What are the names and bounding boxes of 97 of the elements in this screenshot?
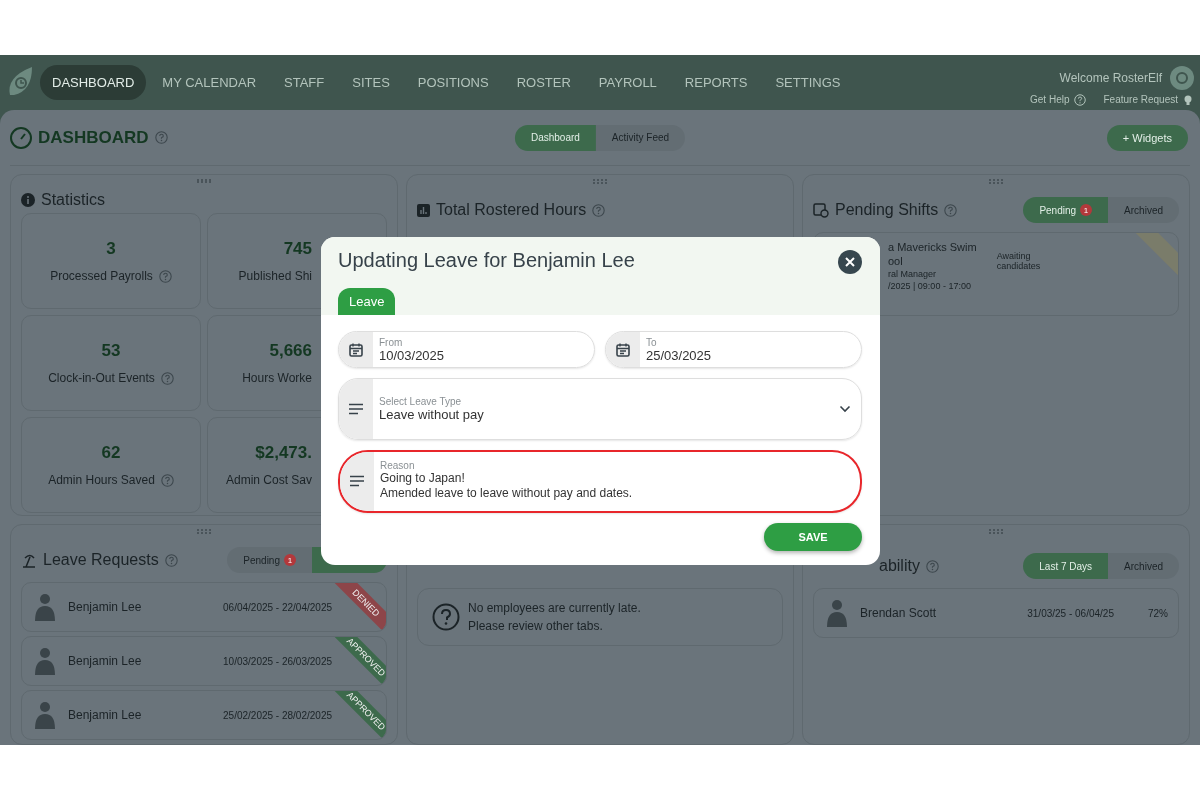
nav-item[interactable]: SITES	[340, 65, 402, 100]
stat-label: Admin Cost Sav	[225, 473, 312, 487]
date-range: 25/02/2025 - 28/02/2025	[223, 709, 332, 721]
gauge-icon	[10, 126, 32, 149]
help-icon	[925, 559, 939, 573]
tab[interactable]: Leave	[338, 288, 396, 315]
nav-item[interactable]: ROSTER	[504, 65, 583, 100]
date-input[interactable]: 10/03/2025	[379, 347, 588, 363]
stat-label: Processed Payrolls	[50, 269, 153, 283]
bar-chart-icon	[417, 203, 430, 217]
select-input[interactable]: Leave without pay	[379, 406, 833, 422]
card-title: Pending Shifts	[835, 201, 939, 219]
employee-name: Benjamin Lee	[68, 600, 142, 614]
lines-icon	[348, 402, 364, 415]
stat-value: $2,473.	[255, 443, 312, 463]
question-circle-icon	[432, 603, 460, 631]
count-badge: 1	[1080, 204, 1093, 216]
stat-label: Admin Hours Saved	[48, 473, 155, 487]
page-title: DASHBOARD	[38, 127, 149, 148]
beach-icon	[21, 552, 37, 568]
help-icon	[1073, 93, 1086, 106]
close-icon	[844, 256, 856, 268]
stat-value: 53	[101, 341, 121, 361]
reason-input[interactable]: Going to Japan! Amended leave to leave without pay and dates.	[380, 470, 854, 503]
card-title: ability	[879, 557, 920, 575]
help-icon	[944, 203, 958, 217]
percentage: 72%	[1148, 607, 1168, 619]
nav-item[interactable]: MY CALENDAR	[150, 65, 269, 100]
tab[interactable]: Archived	[1108, 197, 1179, 223]
drag-handle-icon[interactable]	[197, 529, 211, 534]
date-range: 10/03/2025 - 26/03/2025	[223, 655, 332, 667]
person-avatar	[32, 592, 58, 622]
add-widgets-button[interactable]: + Widgets	[1106, 124, 1188, 151]
nav-item[interactable]: SETTINGS	[763, 65, 853, 100]
help-icon	[164, 553, 178, 567]
welcome-text: Welcome RosterElf	[1059, 70, 1162, 85]
stat-value: 5,666	[269, 341, 312, 361]
shift-status: Awaiting candidates	[996, 251, 1042, 273]
shift-detail: ool	[888, 255, 904, 267]
employee-name: Brendan Scott	[860, 606, 937, 620]
person-avatar	[32, 646, 58, 676]
header-link[interactable]: Feature Request	[1103, 93, 1194, 106]
tab[interactable]: Activity Feed	[595, 124, 686, 151]
tab[interactable]: Pending 1	[227, 547, 312, 573]
tab[interactable]: Archived	[1108, 553, 1179, 579]
date-range: 06/04/2025 - 22/04/2025	[223, 601, 332, 613]
stat-label: Published Shi	[238, 269, 312, 283]
nav-item[interactable]: POSITIONS	[405, 65, 501, 100]
lightbulb-icon	[1182, 93, 1194, 106]
drag-handle-icon[interactable]	[593, 179, 607, 184]
employee-name: Benjamin Lee	[68, 654, 142, 668]
select-field[interactable]: Select Leave Type Leave without pay	[338, 378, 862, 440]
calendar-icon	[348, 341, 364, 358]
employee-name: Benjamin Lee	[68, 708, 142, 722]
nav-item[interactable]: REPORTS	[672, 65, 760, 100]
stat-label: Hours Worke	[242, 371, 312, 385]
help-icon	[160, 371, 174, 385]
card-title: Total Rostered Hours	[436, 201, 587, 219]
help-icon	[160, 473, 174, 487]
help-icon	[592, 203, 606, 217]
drag-handle-icon[interactable]	[197, 179, 211, 183]
save-button[interactable]: SAVE	[764, 523, 862, 551]
drag-handle-icon[interactable]	[989, 529, 1003, 534]
count-badge: 1	[284, 554, 296, 566]
list-row[interactable]: Brendan Scott 31/03/25 - 06/04/25 72%	[813, 588, 1179, 638]
tab[interactable]: Pending 1	[1023, 197, 1109, 223]
nav-item[interactable]: STAFF	[272, 65, 337, 100]
tab[interactable]: Last 7 Days	[1023, 553, 1109, 579]
person-avatar	[32, 700, 58, 730]
modal-title: Updating Leave for Benjamin Lee	[338, 249, 635, 272]
avatar-icon[interactable]	[1170, 65, 1194, 90]
drag-handle-icon[interactable]	[989, 179, 1003, 184]
stat-value: 3	[106, 239, 116, 259]
shift-detail: a Mavericks Swim	[888, 241, 977, 253]
stat-value: 62	[101, 443, 121, 463]
info-icon	[21, 193, 35, 207]
nav-item[interactable]: DASHBOARD	[40, 65, 147, 100]
stat-value: 745	[283, 239, 312, 259]
calendar-clock-icon	[813, 202, 829, 218]
date-input[interactable]: 25/03/2025	[646, 347, 855, 363]
person-avatar	[824, 598, 850, 628]
text-area-field[interactable]: Reason Going to Japan! Amended leave to leave without pay and dates.	[338, 449, 862, 513]
shift-detail: /2025 | 09:00 - 17:00	[888, 281, 972, 291]
help-icon	[158, 269, 172, 283]
header-link[interactable]: Get Help	[1030, 93, 1086, 106]
date-range: 31/03/25 - 06/04/25	[1027, 607, 1114, 619]
stat-label: Clock-in-Out Events	[48, 371, 155, 385]
shift-detail: ral Manager	[888, 269, 938, 279]
calendar-icon	[615, 341, 631, 358]
card-title: Leave Requests	[43, 551, 159, 569]
lines-icon	[349, 475, 365, 488]
help-icon	[154, 131, 168, 144]
card-title: Statistics	[41, 191, 105, 209]
tab[interactable]: Dashboard	[514, 124, 596, 151]
empty-message: No employees are currently late. Please review other tabs.	[468, 600, 641, 635]
chevron-down-icon	[839, 404, 851, 413]
nav-item[interactable]: PAYROLL	[586, 65, 669, 100]
